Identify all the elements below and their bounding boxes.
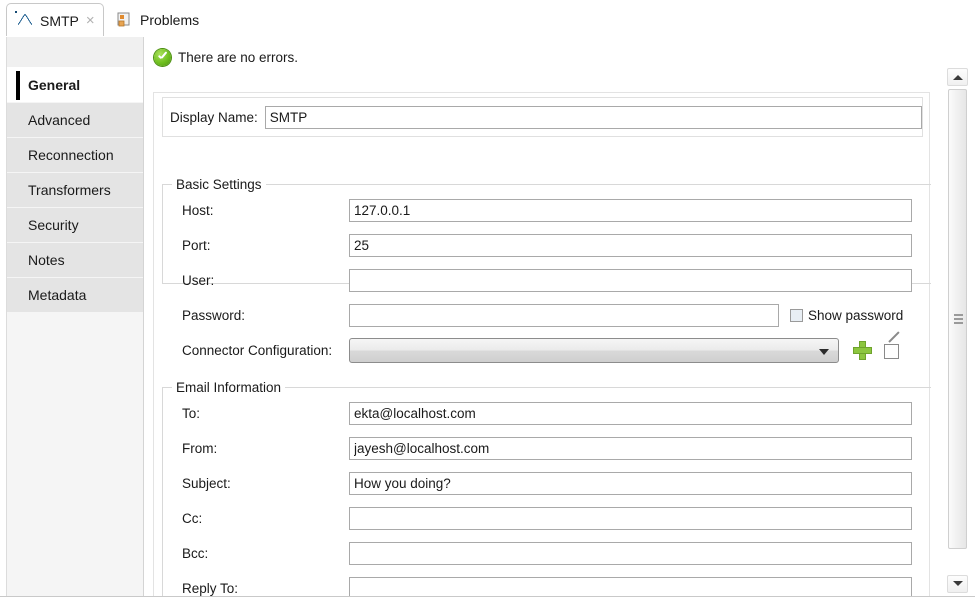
- sidebar-item-label: Security: [28, 217, 79, 233]
- chevron-down-icon: [952, 581, 963, 586]
- chevron-up-icon: [952, 75, 963, 80]
- to-row: To:: [163, 396, 931, 431]
- checkbox-box[interactable]: [790, 309, 803, 322]
- sidebar-item-general[interactable]: General: [7, 68, 143, 103]
- sidebar-item-advanced[interactable]: Advanced: [7, 103, 143, 138]
- tab-problems[interactable]: Problems: [107, 3, 207, 37]
- email-information-title: Email Information: [172, 380, 286, 395]
- subject-input[interactable]: [349, 472, 912, 495]
- sidebar-item-label: Notes: [28, 252, 65, 268]
- sidebar-item-transformers[interactable]: Transformers: [7, 173, 143, 208]
- vertical-scrollbar[interactable]: [947, 68, 968, 593]
- password-input[interactable]: [349, 304, 779, 327]
- sidebar-item-label: Transformers: [28, 182, 111, 198]
- from-input[interactable]: [349, 437, 912, 460]
- bcc-row: Bcc:: [163, 536, 931, 571]
- connector-configuration-row: Connector Configuration:: [163, 330, 931, 368]
- from-label: From:: [182, 441, 218, 456]
- sidebar-top-spacer: [7, 37, 143, 68]
- display-name-label: Display Name:: [170, 109, 258, 125]
- sidebar-item-label: Reconnection: [28, 147, 114, 163]
- port-label: Port:: [182, 238, 211, 253]
- email-information-group: Email Information To: From: Subject:: [162, 380, 931, 600]
- success-check-icon: [154, 48, 171, 66]
- window-bottom-edge: [0, 596, 975, 601]
- cc-row: Cc:: [163, 501, 931, 536]
- to-input[interactable]: [349, 402, 912, 425]
- basic-settings-group: Basic Settings Host: Port: User:: [162, 177, 931, 363]
- password-label: Password:: [182, 308, 246, 323]
- subject-row: Subject:: [163, 466, 931, 501]
- sidebar-item-label: Advanced: [28, 112, 91, 128]
- connector-configuration-label: Connector Configuration:: [182, 343, 333, 358]
- scrollbar-track[interactable]: [947, 87, 968, 574]
- host-label: Host:: [182, 203, 214, 218]
- settings-sidebar: General Advanced Reconnection Transforme…: [6, 37, 144, 600]
- envelope-icon: [16, 12, 34, 30]
- tab-smtp[interactable]: SMTP ×: [6, 3, 104, 37]
- scroll-down-button[interactable]: [947, 575, 968, 593]
- password-row: Password: Show password: [163, 298, 931, 333]
- sidebar-item-reconnection[interactable]: Reconnection: [7, 138, 143, 173]
- port-row: Port:: [163, 228, 931, 263]
- show-password-checkbox[interactable]: Show password: [790, 308, 903, 323]
- port-input[interactable]: [349, 234, 912, 257]
- display-name-row: Display Name:: [162, 97, 923, 137]
- from-row: From:: [163, 431, 931, 466]
- status-text: There are no errors.: [178, 49, 299, 65]
- host-input[interactable]: [349, 199, 912, 222]
- tab-smtp-label: SMTP: [40, 12, 79, 29]
- main-content: There are no errors. Display Name: Basic…: [145, 37, 931, 600]
- grip-icon: [953, 314, 963, 324]
- tab-problems-label: Problems: [140, 12, 200, 28]
- basic-settings-title: Basic Settings: [172, 177, 266, 192]
- sidebar-item-label: General: [28, 77, 81, 93]
- add-icon[interactable]: [854, 342, 871, 359]
- sidebar-item-notes[interactable]: Notes: [7, 243, 143, 278]
- cc-label: Cc:: [182, 511, 203, 526]
- reply-to-label: Reply To:: [182, 581, 239, 596]
- user-label: User:: [182, 273, 215, 288]
- sidebar-item-metadata[interactable]: Metadata: [7, 278, 143, 313]
- problems-icon: [116, 11, 134, 29]
- user-row: User:: [163, 263, 931, 298]
- chevron-down-icon: [819, 348, 829, 355]
- sidebar-item-security[interactable]: Security: [7, 208, 143, 243]
- sidebar-item-label: Metadata: [28, 287, 87, 303]
- display-name-input[interactable]: [264, 105, 922, 129]
- close-icon[interactable]: ×: [86, 13, 95, 28]
- application-window: SMTP × Problems General Advanced Reconne…: [0, 0, 975, 601]
- bcc-input[interactable]: [349, 542, 912, 565]
- status-message: There are no errors.: [154, 47, 298, 67]
- scroll-up-button[interactable]: [947, 68, 968, 86]
- subject-label: Subject:: [182, 476, 231, 491]
- bcc-label: Bcc:: [182, 546, 209, 561]
- scrollbar-thumb[interactable]: [948, 89, 967, 549]
- user-input[interactable]: [349, 269, 912, 292]
- general-settings-panel: Display Name: Basic Settings Host: Port:: [153, 92, 931, 600]
- edit-icon[interactable]: [884, 330, 902, 360]
- show-password-label: Show password: [808, 308, 904, 323]
- connector-configuration-select[interactable]: [349, 338, 839, 363]
- cc-input[interactable]: [349, 507, 912, 530]
- to-label: To:: [182, 406, 201, 421]
- tab-bar: SMTP × Problems: [0, 0, 975, 37]
- host-row: Host:: [163, 193, 931, 228]
